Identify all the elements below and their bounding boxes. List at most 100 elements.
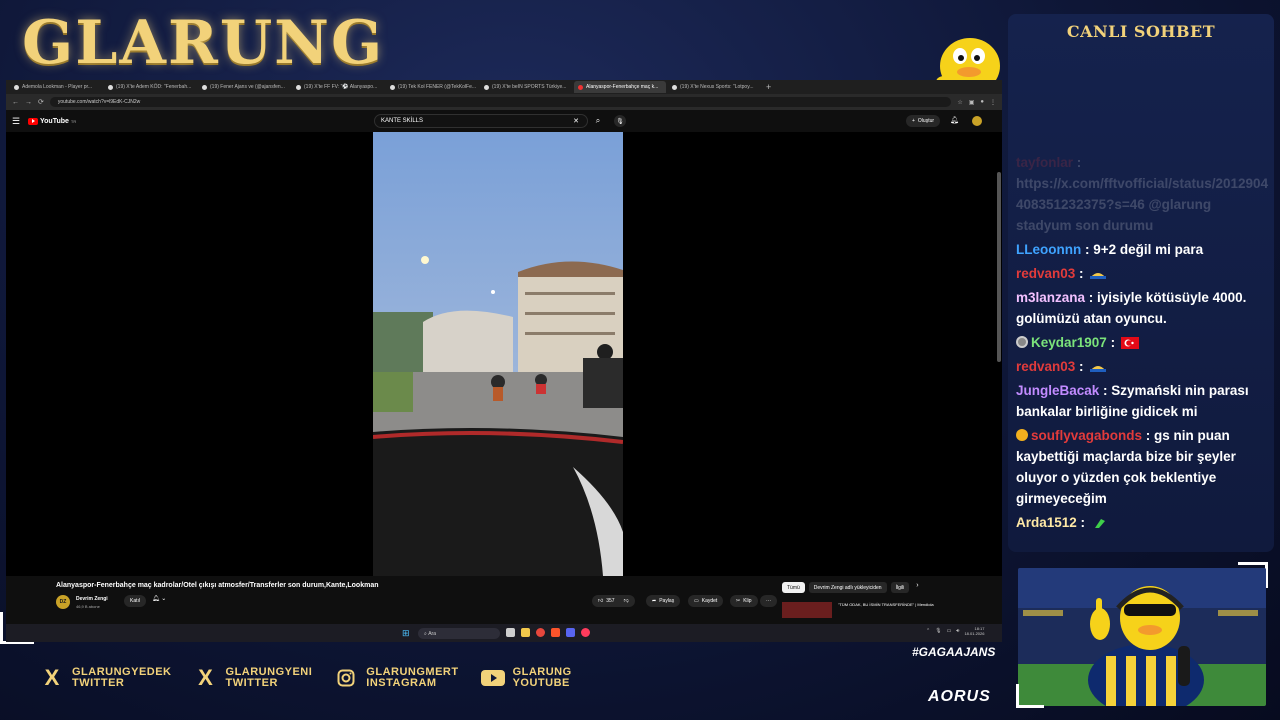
save-label: Kaydet (701, 598, 718, 604)
video-frame[interactable] (373, 132, 623, 576)
social-link-twitter-yedek: X GLARUNGYEDEK TWITTER (40, 665, 172, 690)
share-button[interactable]: ➦ Paylaş (646, 595, 681, 607)
like-button[interactable]: 👍︎ 357 👎︎ (592, 595, 635, 607)
social-links-bar: X GLARUNGYEDEK TWITTER X GLARUNGYENI TWI… (40, 665, 572, 690)
browser-tab[interactable]: (19) Fener Ajans ve (@ajansfen... (198, 81, 290, 93)
hat-emote-icon (1090, 366, 1107, 372)
tab-label: (19) X'te beIN SPORTS Türkiye... (492, 84, 567, 90)
clip-button[interactable]: ✂ Klip (730, 595, 758, 607)
chat-username: redvan03 (1016, 266, 1076, 281)
search-icon[interactable]: ⌕ (590, 114, 606, 128)
chat-title: CANLI SOHBET (1066, 22, 1216, 41)
file-explorer-icon[interactable] (521, 628, 530, 637)
chat-username: LLeoonnn (1016, 242, 1082, 257)
video-metadata: Alanyaspor-Fenerbahçe maç kadrolar/Otel … (6, 576, 1002, 618)
windows-taskbar: ⊞ ⌕ Ara ⌃ 🎙 ▭ 🔊︎ 18:17 18.01.2026 (6, 624, 1002, 642)
green-emote-icon (1094, 519, 1105, 528)
browser-tab[interactable]: (19) Tek Kol FENER (@TekKolFe... (386, 81, 478, 93)
x-icon (108, 84, 113, 90)
notifications-bell-icon[interactable]: 🔔︎ (950, 116, 959, 124)
subscription-bell-icon[interactable]: 🔔︎ ⌄ (152, 595, 166, 602)
chat-text: https://x.com/fftvofficial/status/201290… (1016, 176, 1269, 233)
social-platform: YOUTUBE (512, 677, 570, 689)
discord-icon[interactable] (566, 628, 575, 637)
chevron-right-icon[interactable]: › (913, 582, 918, 593)
join-button[interactable]: Katıl (124, 595, 147, 607)
chip-all[interactable]: Tümü (782, 582, 805, 593)
chat-text: 9+2 değil mi para (1093, 242, 1204, 257)
chat-message: Keydar1907 : (1016, 332, 1270, 353)
chrome-icon[interactable] (536, 628, 545, 637)
windows-start-icon[interactable]: ⊞ (402, 628, 410, 639)
live-chat-panel: CANLI SOHBET tayfonlar : https://x.com/f… (1008, 14, 1274, 552)
chat-message: souflyvagabonds : gs nin puan kaybettiği… (1016, 428, 1236, 506)
chip-from-uploader[interactable]: Devrim Zengi adlı yükleyiciden (808, 582, 887, 593)
microphone-icon[interactable]: 🎙 (935, 628, 941, 634)
tray-chevron-icon[interactable]: ⌃ (926, 628, 930, 634)
browser-tab-active[interactable]: Alanyaspor-Fenerbahçe maç k... (574, 81, 666, 93)
video-title: Alanyaspor-Fenerbahçe maç kadrolar/Otel … (56, 582, 379, 589)
url-input[interactable]: youtube.com/watch?v=l9EdK-CJN2w (49, 97, 952, 107)
channel-name[interactable]: Devrim Zengi (76, 596, 108, 602)
share-icon: ➦ (652, 598, 657, 604)
new-tab-button[interactable]: + (762, 82, 775, 92)
recommended-video-title[interactable]: "TÜM ODAK, BU İSMİN TRANSFERİNDE" | Mend… (838, 602, 938, 607)
task-view-icon[interactable] (506, 628, 515, 637)
chat-username: m3lanzana (1016, 290, 1086, 305)
app-icon[interactable] (581, 628, 590, 637)
tab-label: Ademola Lookman - Player pr... (22, 84, 93, 90)
create-button[interactable]: + Oluştur (906, 115, 941, 127)
x-icon: X (198, 665, 213, 690)
recommended-video-thumbnail[interactable] (782, 602, 832, 618)
extensions-icon[interactable]: ▣ (969, 99, 975, 106)
browser-tab[interactable]: Ademola Lookman - Player pr... (10, 81, 102, 93)
clear-search-icon[interactable]: ✕ (573, 117, 579, 125)
x-icon (672, 84, 677, 90)
more-actions-button[interactable]: ··· (760, 595, 777, 607)
youtube-search-input[interactable]: KANTE SKİLLS ✕ (374, 114, 588, 128)
browser-tab[interactable]: (19) X'te FF FV: "⚽ Alanyaspo... (292, 81, 384, 93)
back-icon[interactable]: ← (12, 99, 19, 106)
account-avatar[interactable] (972, 116, 982, 126)
plus-icon: + (912, 118, 915, 124)
bookmark-star-icon[interactable]: ☆ (957, 99, 962, 106)
youtube-icon (480, 666, 505, 690)
profile-icon[interactable]: ● (980, 99, 984, 106)
hamburger-menu-icon[interactable]: ☰ (12, 116, 28, 127)
reload-icon[interactable]: ⟳ (38, 98, 44, 106)
page-scrollbar[interactable] (997, 172, 1001, 362)
browser-tab[interactable]: (19) X'te beIN SPORTS Türkiye... (480, 81, 572, 93)
globe-badge-icon (1016, 336, 1028, 348)
gold-badge-icon (1016, 429, 1028, 441)
browser-tab[interactable]: (19) X'te Adem KÖD: "Fenerbah... (104, 81, 196, 93)
chat-username: tayfonlar (1016, 155, 1074, 170)
x-icon (202, 84, 207, 90)
volume-icon[interactable]: 🔊︎ (956, 628, 959, 634)
youtube-header: ☰ YouTube TR KANTE SKİLLS ✕ ⌕ 🎙 + Oluştur… (6, 110, 1002, 132)
search-query: KANTE SKİLLS (381, 118, 424, 124)
channel-avatar[interactable]: DZ (56, 595, 70, 609)
browser-tab[interactable]: (19) X'te Nexus Sports: "Lotpoy... (668, 81, 760, 93)
like-count: 357 (606, 598, 615, 604)
brave-icon[interactable] (551, 628, 560, 637)
system-tray: ⌃ 🎙 ▭ 🔊︎ 18:17 18.01.2026 (926, 626, 984, 636)
taskbar-search-input[interactable]: ⌕ Ara (418, 628, 500, 639)
menu-kebab-icon[interactable]: ⋮ (990, 99, 996, 106)
chip-related[interactable]: İlgili (890, 582, 910, 593)
chat-username: JungleBacak (1016, 383, 1100, 398)
system-clock[interactable]: 18:17 18.01.2026 (964, 626, 984, 636)
microphone-icon[interactable]: 🎙 (614, 115, 626, 127)
thumbs-up-icon: 👍︎ (598, 598, 604, 604)
network-icon[interactable]: ▭ (947, 628, 952, 634)
browser-tabstrip: Ademola Lookman - Player pr... (19) X'te… (6, 80, 1002, 94)
tab-label: (19) X'te Nexus Sports: "Lotpoy... (680, 84, 754, 90)
social-link-instagram: GLARUNGMERT INSTAGRAM (334, 666, 458, 690)
forward-icon[interactable]: → (25, 99, 32, 106)
thumbs-down-icon[interactable]: 👎︎ (624, 598, 629, 604)
video-player[interactable] (6, 132, 1002, 576)
tab-label: (19) X'te Adem KÖD: "Fenerbah... (116, 84, 192, 90)
save-button[interactable]: ▭ Kaydet (688, 595, 724, 607)
hashtag-label: #GAGAAJANS (912, 645, 996, 659)
address-bar: ← → ⟳ youtube.com/watch?v=l9EdK-CJN2w ☆ … (6, 94, 1002, 110)
youtube-logo[interactable]: YouTube TR (28, 117, 76, 125)
